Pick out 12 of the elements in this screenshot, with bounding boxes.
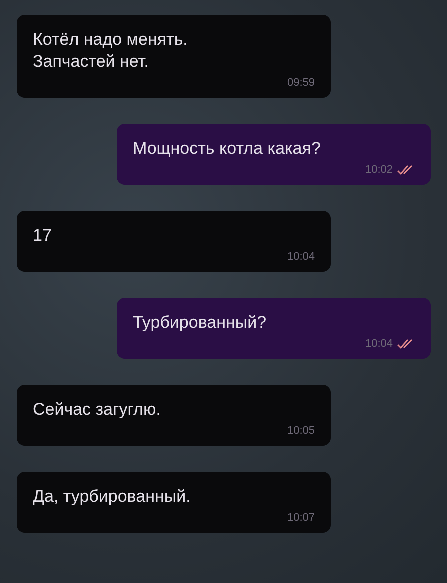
message-time: 10:07: [287, 512, 315, 524]
message-text: Турбированный?: [133, 312, 268, 334]
message-text: 17: [33, 225, 53, 247]
message-text: Да, турбированный.: [33, 486, 192, 508]
message-time: 10:05: [287, 425, 315, 437]
message-time: 10:04: [287, 251, 315, 263]
message-text: Мощность котла какая?: [133, 138, 322, 160]
message-text: Сейчас загуглю.: [33, 399, 162, 421]
message-text: Котёл надо менять. Запчастей нет.: [33, 29, 189, 73]
message-time: 10:02: [365, 164, 393, 176]
message-time: 09:59: [287, 77, 315, 89]
message-time: 10:04: [365, 338, 393, 350]
